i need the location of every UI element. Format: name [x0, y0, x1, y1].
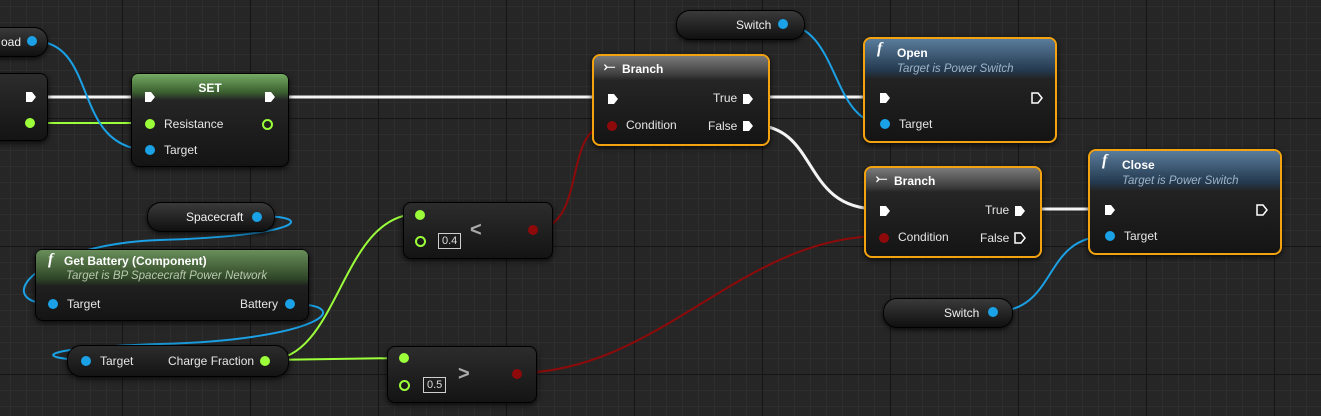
partial-left-node[interactable] — [0, 73, 48, 141]
branch-2-false-pin[interactable] — [1014, 232, 1026, 244]
variable-switch-bottom-node[interactable]: Switch — [883, 298, 1013, 328]
open-target-label: Target — [899, 117, 933, 131]
branch-2-true-pin[interactable] — [1014, 205, 1026, 217]
charge-fraction-node[interactable]: Target Charge Fraction — [67, 345, 289, 377]
variable-spacecraft-node[interactable]: Spacecraft — [147, 202, 275, 232]
get-battery-title: Get Battery (Component) — [64, 254, 207, 268]
partial-exec-out-pin[interactable] — [25, 91, 37, 103]
greater-input-b-pin[interactable] — [399, 380, 410, 391]
branch-1-exec-in-pin[interactable] — [607, 93, 619, 105]
close-exec-out-pin[interactable] — [1256, 204, 1268, 216]
variable-switch-top-label: Switch — [736, 18, 772, 32]
open-subtitle: Target is Power Switch — [897, 63, 1014, 75]
greater-than-node[interactable]: 0.5 > — [387, 346, 537, 403]
greater-operator: > — [458, 363, 470, 385]
branch-icon: ⤚ — [876, 171, 888, 187]
variable-load-node[interactable]: oad — [0, 27, 48, 57]
open-exec-out-pin[interactable] — [1031, 92, 1043, 104]
less-input-b-pin[interactable] — [415, 236, 426, 247]
close-node[interactable]: f Close Target is Power Switch Target — [1088, 149, 1282, 255]
set-resistance-pin[interactable] — [145, 119, 155, 129]
close-exec-in-pin[interactable] — [1104, 204, 1116, 216]
get-battery-node[interactable]: f Get Battery (Component) Target is BP S… — [35, 249, 309, 321]
charge-fraction-pin[interactable] — [260, 356, 270, 366]
function-icon: f — [48, 251, 54, 268]
variable-load-label: oad — [1, 35, 22, 49]
open-title: Open — [897, 46, 928, 60]
close-title: Close — [1122, 158, 1155, 172]
close-subtitle: Target is Power Switch — [1122, 175, 1239, 187]
branch-2-true-label: True — [985, 203, 1010, 217]
charge-target-label: Target — [100, 354, 134, 368]
charge-target-pin[interactable] — [81, 356, 91, 366]
open-node[interactable]: f Open Target is Power Switch Target — [863, 37, 1057, 143]
branch-1-false-pin[interactable] — [742, 120, 754, 132]
branch-1-true-pin[interactable] — [742, 93, 754, 105]
get-battery-subtitle: Target is BP Spacecraft Power Network — [66, 270, 268, 282]
branch-2-false-label: False — [980, 231, 1010, 245]
branch-node-2[interactable]: ⤚ Branch True Condition False — [864, 166, 1042, 258]
less-than-node[interactable]: 0.4 < — [403, 202, 553, 259]
branch-1-condition-label: Condition — [626, 118, 677, 132]
less-output-pin[interactable] — [528, 225, 538, 235]
bool-wire-greater-to-branch2 — [515, 235, 883, 374]
less-input-a-pin[interactable] — [415, 210, 425, 220]
open-target-pin[interactable] — [880, 119, 890, 129]
exec-wire-branch-false-to-branch2 — [751, 123, 879, 211]
branch-2-header: ⤚ Branch — [866, 168, 1040, 192]
get-battery-target-label: Target — [67, 297, 101, 311]
variable-spacecraft-label: Spacecraft — [186, 210, 244, 224]
open-exec-in-pin[interactable] — [879, 92, 891, 104]
set-target-label: Target — [164, 143, 198, 157]
close-header: f Close Target is Power Switch — [1090, 151, 1280, 191]
set-resistance-out-pin[interactable] — [262, 119, 273, 130]
branch-icon: ⤚ — [604, 59, 616, 75]
branch-1-header: ⤚ Branch — [594, 56, 768, 80]
branch-1-title: Branch — [622, 62, 664, 76]
set-node[interactable]: SET Resistance Target — [131, 73, 289, 167]
set-exec-in-pin[interactable] — [144, 91, 156, 103]
greater-value-field[interactable]: 0.5 — [423, 377, 447, 393]
variable-switch-top-pin[interactable] — [778, 19, 788, 29]
get-battery-battery-pin[interactable] — [285, 299, 295, 309]
variable-spacecraft-pin[interactable] — [252, 212, 262, 222]
branch-1-condition-pin[interactable] — [607, 121, 617, 131]
branch-1-true-label: True — [713, 91, 738, 105]
charge-fraction-label: Charge Fraction — [168, 354, 255, 368]
branch-node-1[interactable]: ⤚ Branch True Condition False — [592, 54, 770, 146]
greater-output-pin[interactable] — [512, 369, 522, 379]
less-value-field[interactable]: 0.4 — [438, 233, 462, 249]
greater-input-a-pin[interactable] — [399, 353, 409, 363]
partial-float-out-pin[interactable] — [25, 118, 35, 128]
branch-1-false-label: False — [708, 119, 738, 133]
variable-switch-top-node[interactable]: Switch — [676, 10, 805, 40]
function-icon: f — [1102, 152, 1108, 169]
set-resistance-label: Resistance — [164, 117, 224, 131]
get-battery-battery-label: Battery — [240, 297, 279, 311]
set-node-title: SET — [198, 81, 222, 95]
function-icon: f — [877, 40, 883, 57]
close-target-label: Target — [1124, 229, 1158, 243]
variable-switch-bottom-pin[interactable] — [988, 307, 998, 317]
branch-2-condition-label: Condition — [898, 230, 949, 244]
less-operator: < — [470, 219, 482, 241]
get-battery-header: f Get Battery (Component) Target is BP S… — [36, 250, 308, 286]
set-exec-out-pin[interactable] — [264, 91, 276, 103]
set-target-pin[interactable] — [145, 145, 155, 155]
branch-2-exec-in-pin[interactable] — [879, 205, 891, 217]
close-target-pin[interactable] — [1105, 231, 1115, 241]
branch-2-title: Branch — [894, 174, 936, 188]
variable-load-pin[interactable] — [27, 36, 37, 46]
get-battery-target-pin[interactable] — [48, 299, 58, 309]
branch-2-condition-pin[interactable] — [879, 233, 889, 243]
variable-switch-bottom-label: Switch — [944, 306, 980, 320]
open-header: f Open Target is Power Switch — [865, 39, 1055, 79]
